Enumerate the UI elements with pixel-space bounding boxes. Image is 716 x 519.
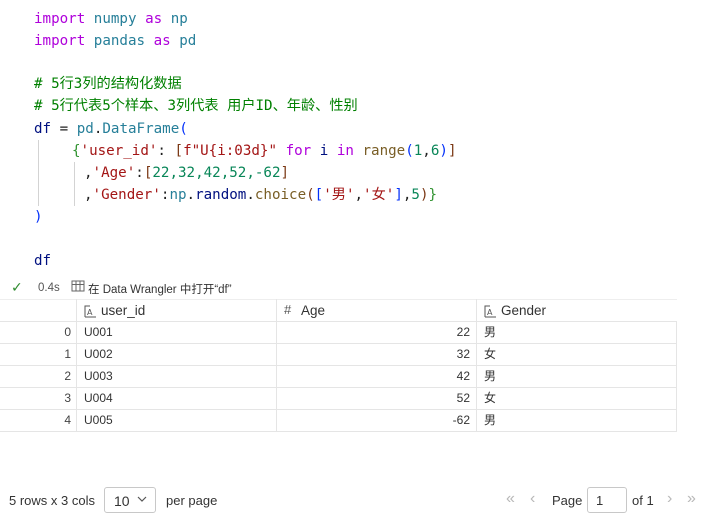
code-line-10: df (34, 253, 52, 269)
chevron-down-icon (136, 491, 148, 510)
cell-status-bar: ✓ 0.4s 在 Data Wrangler 中打开“df” (0, 277, 716, 299)
cell-user-id: U005 (84, 413, 113, 427)
cell-gender: 男 (484, 413, 497, 427)
row-index: 4 (64, 413, 71, 427)
code-line-8: ,'Gender':np.random.choice(['男','女'],5)} (84, 187, 438, 203)
indent-guide (38, 140, 39, 206)
table-row[interactable]: 1 U002 32 女 (0, 344, 677, 366)
table-pager: 5 rows x 3 cols 10 per page « ‹ Page of … (0, 486, 716, 514)
code-editor[interactable]: import numpy as np import pandas as pd #… (0, 0, 716, 275)
cell-gender: 男 (484, 325, 497, 339)
code-line-6: {'user_id': [f"U{i:03d}" for i in range(… (72, 143, 457, 159)
table-header: A user_id # Age A Gender (0, 299, 677, 322)
text-type-icon: A (84, 300, 97, 322)
page-total-label: of 1 (632, 493, 654, 508)
cell-user-id: U004 (84, 391, 113, 405)
page-label: Page (552, 493, 583, 508)
code-line-2: import pandas as pd (34, 33, 197, 49)
page-size-select[interactable]: 10 (104, 487, 156, 513)
previous-page-icon[interactable]: ‹ (530, 490, 535, 508)
svg-text:A: A (487, 308, 493, 317)
code-comment-2: # 5行代表5个样本、3列代表 用户ID、年龄、性别 (34, 98, 358, 114)
cell-gender: 女 (484, 347, 497, 361)
column-header-gender[interactable]: Gender (501, 300, 546, 322)
cell-age: 42 (456, 369, 470, 383)
cell-age: 32 (456, 347, 470, 361)
cell-age: -62 (452, 413, 470, 427)
code-line-5: df = pd.DataFrame( (34, 121, 188, 137)
indent-guide (74, 162, 75, 206)
column-header-age[interactable]: Age (301, 300, 325, 322)
cell-user-id: U003 (84, 369, 113, 383)
execution-time: 0.4s (38, 282, 60, 294)
per-page-label: per page (166, 493, 218, 508)
svg-text:A: A (87, 308, 93, 317)
cell-age: 52 (456, 391, 470, 405)
first-page-icon[interactable]: « (506, 490, 515, 508)
table-row[interactable]: 2 U003 42 男 (0, 366, 677, 388)
column-header-user-id[interactable]: user_id (101, 300, 145, 322)
check-icon: ✓ (11, 279, 23, 295)
code-comment-1: # 5行3列的结构化数据 (34, 76, 182, 92)
page-size-value: 10 (114, 493, 130, 509)
open-in-data-wrangler-link[interactable]: 在 Data Wrangler 中打开“df” (88, 281, 232, 297)
cell-user-id: U001 (84, 325, 113, 339)
code-line-7: ,'Age':[22,32,42,52,-62] (84, 165, 290, 181)
data-wrangler-icon[interactable] (71, 280, 85, 296)
table-dimensions: 5 rows x 3 cols (9, 493, 95, 508)
row-index: 0 (64, 325, 71, 339)
last-page-icon[interactable]: » (687, 490, 696, 508)
row-index: 1 (64, 347, 71, 361)
text-type-icon: A (484, 300, 497, 322)
cell-gender: 男 (484, 369, 497, 383)
table-row[interactable]: 3 U004 52 女 (0, 388, 677, 410)
cell-user-id: U002 (84, 347, 113, 361)
table-row[interactable]: 4 U005 -62 男 (0, 410, 677, 432)
code-line-1: import numpy as np (34, 11, 188, 27)
cell-age: 22 (456, 325, 470, 339)
cell-gender: 女 (484, 391, 497, 405)
number-type-icon: # (284, 302, 292, 317)
next-page-icon[interactable]: › (667, 490, 672, 508)
table-row[interactable]: 0 U001 22 男 (0, 322, 677, 344)
row-index: 3 (64, 391, 71, 405)
code-line-9: ) (34, 209, 43, 225)
row-index: 2 (64, 369, 71, 383)
page-number-input[interactable] (587, 487, 627, 513)
